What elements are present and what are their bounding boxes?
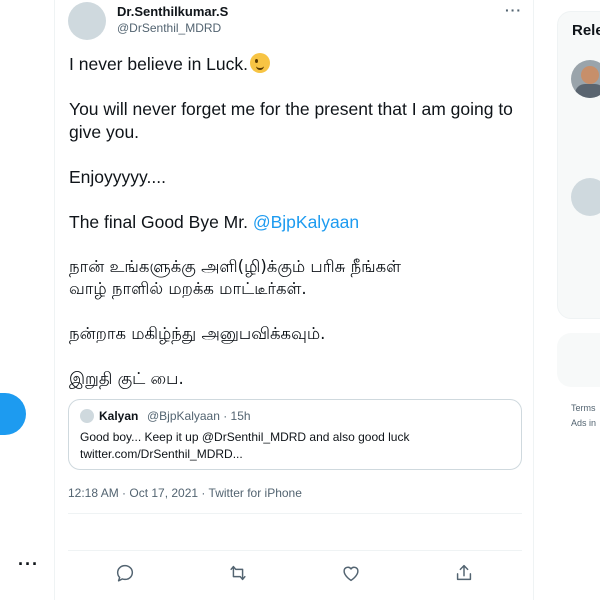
author-handle[interactable]: @DrSenthil_MDRD xyxy=(117,21,221,35)
tweet-tamil-paragraph-3: இறுதி குட் பை. xyxy=(69,369,184,388)
quoted-author-name: Kalyan xyxy=(99,409,139,423)
avatar-body xyxy=(575,84,600,98)
tweet-actions xyxy=(55,562,535,586)
wink-emoji-icon xyxy=(250,53,270,73)
tweet-tamil-paragraph-2: நன்றாக மகிழ்ந்து அனுபவிக்கவும். xyxy=(69,324,326,343)
tweet-detail: Dr.Senthilkumar.S @DrSenthil_MDRD ··· I … xyxy=(54,0,534,600)
tweet-line-luck: I never believe in Luck. xyxy=(69,53,524,76)
retweet-icon[interactable] xyxy=(227,562,249,584)
tweet-line-goodbye: The final Good Bye Mr. @BjpKalyaan xyxy=(69,211,524,234)
relevant-person-avatar[interactable] xyxy=(571,60,600,98)
relevant-people-card xyxy=(557,11,600,319)
footer-ads-link[interactable]: Ads in xyxy=(571,418,596,428)
compose-tweet-button[interactable] xyxy=(0,393,26,435)
tweet-tamil-line-1: நான் உங்களுக்கு அளி(ழி)க்கும் பரிசு நீங்… xyxy=(69,256,402,276)
relevant-people-title: Rele xyxy=(572,22,600,39)
author-avatar[interactable] xyxy=(68,2,106,40)
avatar-head xyxy=(581,66,599,84)
quoted-tweet-text: Good boy... Keep it up @DrSenthil_MDRD a… xyxy=(80,429,510,463)
tweet-tamil-paragraph-1: நான் உங்களுக்கு அளி(ழி)க்கும் பரிசு நீங்… xyxy=(69,256,524,301)
tweet-line-enjoy: Enjoyyyyy.... xyxy=(69,166,166,187)
tweet-text: I never believe in Luck. You will never … xyxy=(69,53,524,413)
tweet-timestamp[interactable]: 12:18 AM · Oct 17, 2021 · Twitter for iP… xyxy=(68,486,302,500)
footer-terms-link[interactable]: Terms xyxy=(571,403,596,413)
tweet-more-button[interactable]: ··· xyxy=(505,2,522,18)
author-name[interactable]: Dr.Senthilkumar.S xyxy=(117,4,228,19)
quoted-author-avatar xyxy=(80,409,94,423)
search-or-trends-card xyxy=(557,333,600,387)
share-icon[interactable] xyxy=(453,562,475,584)
reply-icon[interactable] xyxy=(114,562,136,584)
mention-link[interactable]: @BjpKalyaan xyxy=(253,212,359,232)
quoted-author-meta: @BjpKalyaan · 15h xyxy=(147,409,251,423)
left-rail: ··· xyxy=(0,0,54,600)
tweet-line-luck-text: I never believe in Luck. xyxy=(69,54,248,74)
quoted-tweet-line-1: Good boy... Keep it up @DrSenthil_MDRD a… xyxy=(80,430,410,444)
more-menu-button[interactable]: ··· xyxy=(18,554,39,574)
divider xyxy=(68,550,522,551)
tweet-line-goodbye-text: The final Good Bye Mr. xyxy=(69,211,253,232)
divider xyxy=(68,513,522,514)
like-icon[interactable] xyxy=(340,562,362,584)
quoted-tweet-card[interactable]: Kalyan @BjpKalyaan · 15h Good boy... Kee… xyxy=(68,399,522,470)
quoted-tweet-line-2: twitter.com/DrSenthil_MDRD... xyxy=(80,447,243,461)
tweet-tamil-line-2: வாழ் நாளில் மறக்க மாட்டீர்கள். xyxy=(69,279,307,298)
tweet-line-present: You will never forget me for the present… xyxy=(69,99,513,142)
